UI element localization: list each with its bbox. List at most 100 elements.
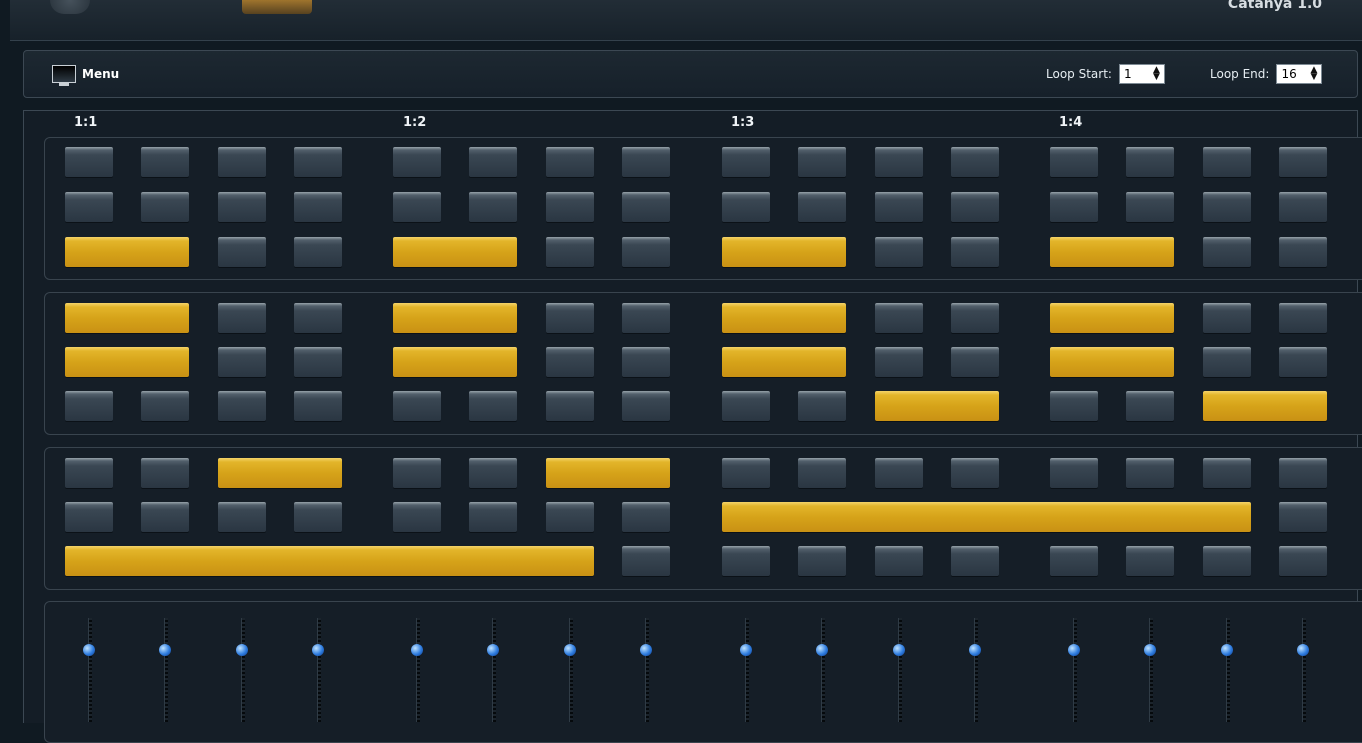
step-pad-active[interactable] [65, 546, 594, 576]
step-pad-active[interactable] [722, 502, 1251, 532]
step-pad[interactable] [875, 303, 923, 333]
step-pad[interactable] [218, 192, 266, 222]
step-pad[interactable] [1126, 192, 1174, 222]
step-pad[interactable] [622, 502, 670, 532]
step-pad[interactable] [393, 147, 441, 177]
step-pad-active[interactable] [1050, 347, 1174, 377]
fader-track[interactable] [164, 618, 168, 722]
fader-knob[interactable] [1144, 643, 1156, 656]
step-pad[interactable] [622, 147, 670, 177]
step-pad-active[interactable] [65, 237, 189, 267]
step-pad-active[interactable] [1050, 303, 1174, 333]
step-pad[interactable] [393, 458, 441, 488]
step-pad[interactable] [875, 347, 923, 377]
fader-track[interactable] [88, 618, 92, 722]
step-pad[interactable] [875, 458, 923, 488]
step-pad[interactable] [722, 192, 770, 222]
step-pad-active[interactable] [218, 458, 342, 488]
fader-track[interactable] [1302, 618, 1306, 722]
step-pad[interactable] [218, 502, 266, 532]
step-pad[interactable] [1203, 347, 1251, 377]
step-pad-active[interactable] [1203, 391, 1327, 421]
step-pad[interactable] [1279, 147, 1327, 177]
menu-button[interactable]: Menu [52, 63, 119, 86]
step-pad[interactable] [722, 546, 770, 576]
step-pad[interactable] [798, 147, 846, 177]
fader-knob[interactable] [1297, 643, 1309, 656]
step-pad[interactable] [1126, 147, 1174, 177]
step-pad[interactable] [294, 347, 342, 377]
fader-track[interactable] [241, 618, 245, 722]
step-pad[interactable] [546, 237, 594, 267]
step-pad[interactable] [1050, 391, 1098, 421]
step-pad[interactable] [1279, 347, 1327, 377]
step-pad[interactable] [294, 237, 342, 267]
fader-knob[interactable] [893, 643, 905, 656]
step-pad-active[interactable] [393, 347, 517, 377]
step-pad[interactable] [622, 391, 670, 421]
step-pad[interactable] [294, 303, 342, 333]
step-pad-active[interactable] [1050, 237, 1174, 267]
updown-arrows-icon[interactable]: ▲ ▼ [1311, 66, 1318, 82]
step-pad[interactable] [469, 147, 517, 177]
step-pad[interactable] [141, 458, 189, 488]
step-pad[interactable] [546, 391, 594, 421]
step-pad[interactable] [65, 192, 113, 222]
step-pad[interactable] [393, 502, 441, 532]
step-pad[interactable] [1203, 237, 1251, 267]
step-pad[interactable] [1279, 458, 1327, 488]
step-pad[interactable] [622, 347, 670, 377]
step-pad-active[interactable] [722, 303, 846, 333]
step-pad[interactable] [1126, 546, 1174, 576]
step-pad[interactable] [951, 147, 999, 177]
step-pad[interactable] [1203, 546, 1251, 576]
step-pad[interactable] [722, 147, 770, 177]
fader-knob[interactable] [411, 643, 423, 656]
step-pad[interactable] [722, 458, 770, 488]
step-pad[interactable] [798, 391, 846, 421]
step-pad[interactable] [798, 458, 846, 488]
step-pad[interactable] [218, 391, 266, 421]
step-pad[interactable] [393, 391, 441, 421]
fader-track[interactable] [416, 618, 420, 722]
step-pad[interactable] [1279, 303, 1327, 333]
step-pad[interactable] [65, 391, 113, 421]
step-pad[interactable] [469, 391, 517, 421]
step-pad[interactable] [546, 502, 594, 532]
step-pad[interactable] [622, 303, 670, 333]
fader-knob[interactable] [312, 643, 324, 656]
fader-knob[interactable] [83, 643, 95, 656]
step-pad[interactable] [141, 502, 189, 532]
fader-knob[interactable] [1221, 643, 1233, 656]
fader-track[interactable] [898, 618, 902, 722]
step-pad-active[interactable] [722, 237, 846, 267]
step-pad[interactable] [65, 147, 113, 177]
fader-knob[interactable] [487, 643, 499, 656]
step-pad[interactable] [951, 546, 999, 576]
step-pad[interactable] [951, 347, 999, 377]
fader-knob[interactable] [816, 643, 828, 656]
step-pad[interactable] [1050, 147, 1098, 177]
step-pad[interactable] [1050, 546, 1098, 576]
step-pad[interactable] [1203, 147, 1251, 177]
loop-start-spinner[interactable]: 1 ▲ ▼ [1118, 64, 1165, 84]
step-pad[interactable] [393, 192, 441, 222]
fader-track[interactable] [1149, 618, 1153, 722]
fader-knob[interactable] [969, 643, 981, 656]
step-pad[interactable] [141, 147, 189, 177]
step-pad[interactable] [141, 192, 189, 222]
step-pad[interactable] [218, 147, 266, 177]
step-pad[interactable] [141, 391, 189, 421]
step-pad[interactable] [951, 192, 999, 222]
step-pad[interactable] [1279, 192, 1327, 222]
fader-knob[interactable] [159, 643, 171, 656]
step-pad[interactable] [1203, 192, 1251, 222]
step-pad[interactable] [875, 192, 923, 222]
step-pad[interactable] [951, 303, 999, 333]
step-pad-active[interactable] [65, 303, 189, 333]
step-pad[interactable] [65, 458, 113, 488]
fader-track[interactable] [569, 618, 573, 722]
step-pad[interactable] [469, 502, 517, 532]
step-pad[interactable] [1050, 458, 1098, 488]
step-pad[interactable] [294, 147, 342, 177]
